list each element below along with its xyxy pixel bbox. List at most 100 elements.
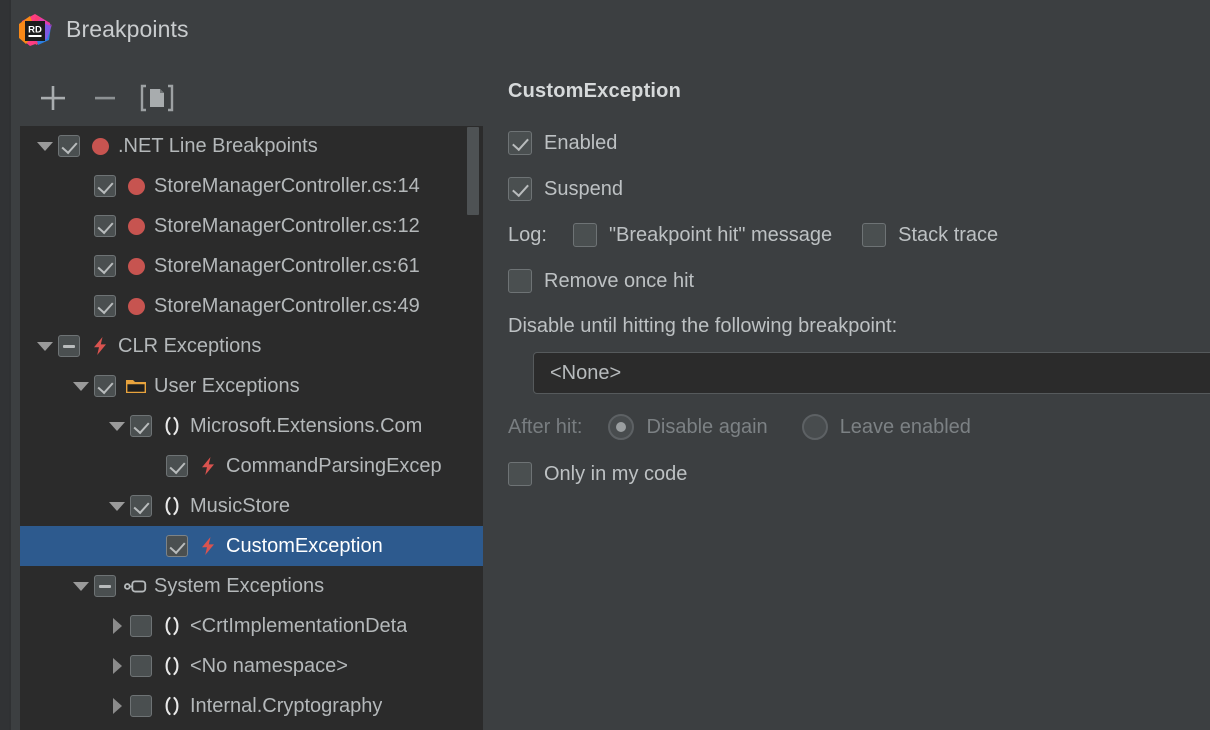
tree-row[interactable]: MusicStore: [20, 486, 483, 526]
tree-row-checkbox[interactable]: [94, 255, 116, 277]
expander-placeholder: [68, 246, 94, 286]
title-bar: RD Breakpoints: [0, 0, 1210, 62]
expander-collapse-icon[interactable]: [68, 366, 94, 406]
rider-logo-icon: RD: [16, 12, 54, 50]
expander-collapse-icon[interactable]: [104, 406, 130, 446]
tree-row-label: Microsoft.Extensions.Com: [190, 406, 422, 446]
minus-icon: [84, 78, 126, 118]
tree-row-checkbox[interactable]: [58, 335, 80, 357]
expander-collapse-icon[interactable]: [32, 326, 58, 366]
after-hit-label: After hit:: [508, 416, 582, 439]
after-hit-leave-enabled-radio[interactable]: [802, 414, 828, 440]
breakpoint-dot-icon: [124, 174, 148, 198]
expander-collapse-icon[interactable]: [68, 566, 94, 606]
tree-row-checkbox[interactable]: [94, 375, 116, 397]
tree-row[interactable]: CLR Exceptions: [20, 326, 483, 366]
expander-expand-icon[interactable]: [104, 686, 130, 726]
after-hit-leave-enabled-label: Leave enabled: [840, 416, 971, 439]
remove-once-hit-row: Remove once hit: [508, 269, 1210, 293]
left-edge-divider: [9, 0, 11, 730]
tree-row-label: MusicStore: [190, 486, 290, 526]
after-hit-disable-again-label: Disable again: [646, 416, 767, 439]
remove-breakpoint-button[interactable]: [84, 78, 126, 118]
tree-row-checkbox[interactable]: [94, 215, 116, 237]
breakpoints-tree[interactable]: .NET Line BreakpointsStoreManagerControl…: [20, 126, 483, 730]
tree-row-selected[interactable]: CustomException: [20, 526, 483, 566]
log-stack-trace-checkbox[interactable]: [862, 223, 886, 247]
exception-bolt-icon: [196, 454, 220, 478]
tree-row[interactable]: StoreManagerController.cs:61: [20, 246, 483, 286]
exception-bolt-icon: [88, 334, 112, 358]
tree-row[interactable]: <No namespace>: [20, 646, 483, 686]
expander-placeholder: [140, 446, 166, 486]
left-edge-strip: [0, 0, 9, 730]
view-breakpoint-source-button[interactable]: [136, 78, 178, 118]
expander-expand-icon[interactable]: [104, 646, 130, 686]
tree-row-checkbox[interactable]: [94, 295, 116, 317]
breakpoints-dialog: RD Breakpoints .: [0, 0, 1210, 730]
expander-placeholder: [68, 206, 94, 246]
expander-placeholder: [68, 286, 94, 326]
log-stack-trace-label: Stack trace: [898, 224, 998, 247]
namespace-icon: [160, 654, 184, 678]
tree-row-label: <No namespace>: [190, 646, 348, 686]
tree-row[interactable]: Internal.Cryptography: [20, 686, 483, 726]
remove-once-hit-checkbox[interactable]: [508, 269, 532, 293]
tree-row-checkbox[interactable]: [166, 535, 188, 557]
disable-until-breakpoint-combo[interactable]: <None>: [533, 352, 1210, 394]
svg-text:RD: RD: [28, 25, 42, 36]
tree-row-label: StoreManagerController.cs:61: [154, 246, 420, 286]
tree-row-label: User Exceptions: [154, 366, 300, 406]
page-title: Breakpoints: [66, 16, 189, 43]
breakpoint-dot-icon: [88, 134, 112, 158]
tree-row-label: StoreManagerController.cs:12: [154, 206, 420, 246]
tree-row-checkbox[interactable]: [58, 135, 80, 157]
expander-collapse-icon[interactable]: [104, 486, 130, 526]
tree-row-label: CLR Exceptions: [118, 326, 261, 366]
after-hit-disable-again-radio[interactable]: [608, 414, 634, 440]
tree-row-checkbox[interactable]: [130, 655, 152, 677]
tree-row[interactable]: CommandParsingExcep: [20, 446, 483, 486]
tree-row[interactable]: System Exceptions: [20, 566, 483, 606]
remove-once-hit-label: Remove once hit: [544, 270, 694, 293]
folder-icon: [124, 374, 148, 398]
expander-placeholder: [68, 166, 94, 206]
breakpoints-toolbar: [20, 78, 483, 118]
expander-collapse-icon[interactable]: [32, 126, 58, 166]
tree-row-checkbox[interactable]: [166, 455, 188, 477]
tree-row[interactable]: StoreManagerController.cs:14: [20, 166, 483, 206]
tree-row[interactable]: Microsoft.Extensions.Com: [20, 406, 483, 446]
enabled-checkbox[interactable]: [508, 131, 532, 155]
log-row: Log: "Breakpoint hit" message Stack trac…: [508, 223, 1210, 247]
breakpoint-detail-panel: CustomException Enabled Suspend Log: "Br…: [508, 80, 1210, 508]
namespace-icon: [160, 614, 184, 638]
namespace-icon: [160, 414, 184, 438]
tree-row-checkbox[interactable]: [94, 175, 116, 197]
tree-row[interactable]: User Exceptions: [20, 366, 483, 406]
tree-row-checkbox[interactable]: [94, 575, 116, 597]
tree-row-checkbox[interactable]: [130, 495, 152, 517]
tree-vertical-scrollbar[interactable]: [467, 127, 479, 215]
tree-row-label: StoreManagerController.cs:14: [154, 166, 420, 206]
view-source-icon: [136, 78, 178, 118]
expander-expand-icon[interactable]: [104, 606, 130, 646]
tree-row-checkbox[interactable]: [130, 415, 152, 437]
add-breakpoint-button[interactable]: [32, 78, 74, 118]
tree-row[interactable]: <CrtImplementationDeta: [20, 606, 483, 646]
tree-row-checkbox[interactable]: [130, 615, 152, 637]
disable-until-breakpoint-value: <None>: [550, 362, 621, 385]
tree-row-label: .NET Line Breakpoints: [118, 126, 318, 166]
log-breakpoint-hit-message-checkbox[interactable]: [573, 223, 597, 247]
only-in-my-code-checkbox[interactable]: [508, 462, 532, 486]
tree-row[interactable]: StoreManagerController.cs:49: [20, 286, 483, 326]
expander-placeholder: [140, 526, 166, 566]
tree-row[interactable]: StoreManagerController.cs:12: [20, 206, 483, 246]
suspend-checkbox[interactable]: [508, 177, 532, 201]
after-hit-row: After hit: Disable again Leave enabled: [508, 414, 1210, 440]
breakpoint-dot-icon: [124, 294, 148, 318]
only-in-my-code-row: Only in my code: [508, 462, 1210, 486]
suspend-row: Suspend: [508, 177, 1210, 201]
tree-row-label: System Exceptions: [154, 566, 324, 606]
tree-row-checkbox[interactable]: [130, 695, 152, 717]
tree-row[interactable]: .NET Line Breakpoints: [20, 126, 483, 166]
